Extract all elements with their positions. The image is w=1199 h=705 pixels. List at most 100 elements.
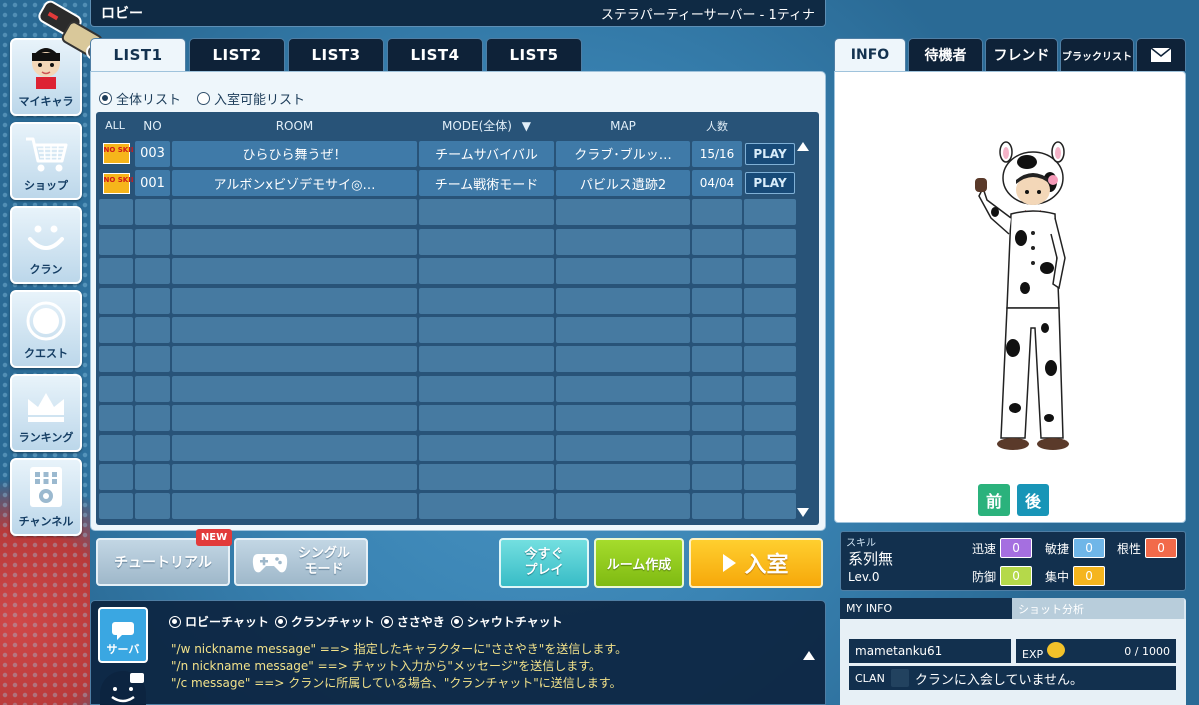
room-no: 003 [135, 140, 170, 167]
clan-emblem-icon [890, 669, 909, 687]
stat-name: 迅速 [972, 541, 997, 556]
tab-shot-analysis[interactable]: ショット分析 [1012, 598, 1184, 619]
empty-cell [172, 463, 417, 490]
table-row[interactable]: NO SKILL 001 アルボンxビゾデモサイ◎… チーム戦術モード パビルス… [96, 168, 819, 197]
empty-cell [135, 493, 170, 520]
stat-value: 0 [1145, 538, 1178, 558]
header-map[interactable]: MAP [555, 119, 691, 133]
stat-name: 敏捷 [1045, 541, 1070, 556]
chevron-down-icon: ▼ [521, 119, 532, 133]
tab-info[interactable]: INFO [834, 38, 906, 71]
empty-table-row [96, 286, 819, 315]
filter-joinable-list[interactable]: 入室可能リスト [197, 89, 305, 108]
single-mode-button[interactable]: シングル モード [234, 538, 368, 586]
room-no: 001 [135, 170, 170, 197]
empty-cell [692, 463, 742, 490]
play-button[interactable]: PLAY [745, 142, 795, 165]
empty-cell [99, 493, 133, 520]
left-nav: マイキャラ ショップ クラン クエスト ランキング チャンネル [10, 0, 103, 542]
empty-cell [556, 346, 690, 373]
tab-blacklist[interactable]: ブラックリスト [1060, 38, 1134, 71]
nav-channel[interactable]: チャンネル [10, 458, 82, 536]
empty-cell [419, 434, 554, 461]
tab-list4[interactable]: LIST4 [387, 38, 483, 71]
table-header: ALL NO ROOM MODE(全体) ▼ MAP 人数 [96, 112, 819, 139]
empty-cell [135, 375, 170, 402]
chat-line: "/w nickname message" ==> 指定したキャラクターに"ささ… [171, 642, 628, 656]
view-back-button[interactable]: 後 [1017, 484, 1049, 516]
view-front-button[interactable]: 前 [978, 484, 1010, 516]
empty-cell [692, 405, 742, 432]
character-info-panel: 前 後 [834, 71, 1186, 523]
empty-cell [135, 228, 170, 255]
tab-my-info[interactable]: MY INFO [840, 598, 1012, 619]
chat-option-clan[interactable]: クランチャット [274, 613, 375, 630]
empty-cell [419, 346, 554, 373]
scroll-up-icon[interactable] [797, 142, 809, 151]
empty-cell [99, 375, 133, 402]
nav-label: ショップ [24, 179, 68, 192]
stat-value: 0 [1000, 566, 1033, 586]
empty-cell [135, 463, 170, 490]
empty-cell [744, 493, 796, 520]
gamepad-icon [252, 554, 288, 573]
play-button[interactable]: PLAY [745, 172, 795, 195]
empty-cell [692, 258, 742, 285]
empty-cell [419, 199, 554, 226]
chat-option-whisper[interactable]: ささやき [380, 613, 445, 630]
header-all[interactable]: ALL [96, 119, 134, 132]
nav-label: マイキャラ [18, 95, 74, 108]
tab-list2[interactable]: LIST2 [189, 38, 285, 71]
filter-all-list[interactable]: 全体リスト [99, 89, 181, 108]
empty-cell [135, 346, 170, 373]
tab-waiting[interactable]: 待機者 [908, 38, 983, 71]
table-row[interactable]: NO SKILL 003 ひらひら舞うぜ！ チームサバイバル クラブ･ブルッ… … [96, 139, 819, 168]
cart-icon [26, 137, 68, 172]
room-mode: チーム戦術モード [419, 170, 554, 197]
empty-cell [99, 434, 133, 461]
radio-selected-icon [274, 615, 287, 628]
tab-list5[interactable]: LIST5 [486, 38, 582, 71]
tab-list1[interactable]: LIST1 [90, 38, 186, 71]
room-map: クラブ･ブルッ… [556, 140, 690, 167]
nav-label: クラン [29, 263, 63, 276]
create-room-button[interactable]: ルーム作成 [594, 538, 684, 588]
tab-list3[interactable]: LIST3 [288, 38, 384, 71]
header-mode[interactable]: MODE(全体) ▼ [418, 117, 555, 134]
nav-ranking[interactable]: ランキング [10, 374, 82, 452]
nav-clan[interactable]: クラン [10, 206, 82, 284]
empty-cell [172, 317, 417, 344]
empty-cell [744, 434, 796, 461]
exp-value: 0 / 1000 [1124, 644, 1170, 658]
tab-friends[interactable]: フレンド [985, 38, 1058, 71]
empty-cell [99, 199, 133, 226]
header-count[interactable]: 人数 [691, 118, 743, 134]
scroll-down-icon[interactable] [797, 508, 809, 517]
empty-cell [99, 228, 133, 255]
enter-room-button[interactable]: 入室 [689, 538, 823, 588]
chat-option-shout[interactable]: シャウトチャット [450, 613, 563, 630]
empty-cell [556, 228, 690, 255]
empty-cell [556, 287, 690, 314]
skill-label: スキル [846, 538, 876, 549]
mail-button[interactable] [1136, 38, 1186, 71]
empty-cell [744, 346, 796, 373]
play-now-button[interactable]: 今すぐ プレイ [499, 538, 589, 588]
header-room[interactable]: ROOM [171, 119, 418, 133]
chat-option-lobby[interactable]: ロビーチャット [169, 613, 269, 630]
nav-quest[interactable]: クエスト [10, 290, 82, 368]
my-info-body: mametanku61 EXP 0 / 1000 CLAN クランに入会していま… [840, 619, 1186, 705]
chat-log: "/w nickname message" ==> 指定したキャラクターに"ささ… [171, 641, 627, 692]
empty-cell [419, 228, 554, 255]
empty-cell [172, 258, 417, 285]
nav-shop[interactable]: ショップ [10, 122, 82, 200]
header-no[interactable]: NO [134, 119, 171, 133]
empty-cell [99, 317, 133, 344]
chat-line: "/c message" ==> クランに所属している場合、"クランチャット"に… [171, 676, 622, 690]
server-chat-button[interactable]: サーバ [98, 607, 148, 663]
chat-scroll-up-icon[interactable] [803, 651, 815, 660]
chat-emote-button[interactable] [100, 671, 146, 705]
radio-selected-icon [169, 615, 181, 628]
radio-selected-icon [450, 615, 463, 628]
radio-selected-icon [99, 92, 112, 105]
